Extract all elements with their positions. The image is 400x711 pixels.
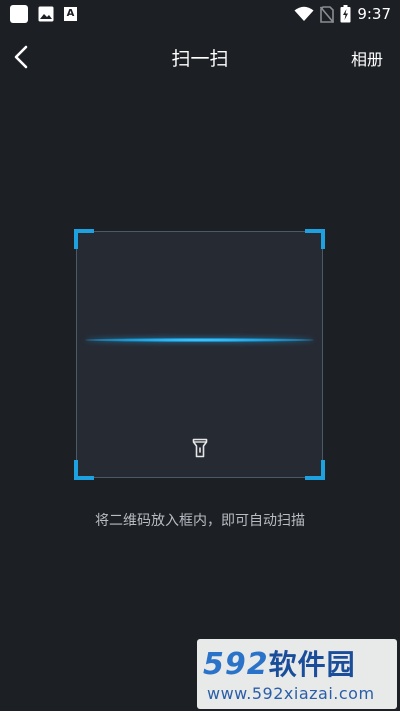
- corner-bottom-left: [74, 460, 94, 480]
- page-title: 扫一扫: [171, 48, 229, 70]
- flashlight-button[interactable]: [190, 437, 210, 459]
- watermark-url: www.592xiazai.com: [207, 684, 375, 703]
- wifi-icon: [294, 6, 314, 21]
- watermark-number: 592: [203, 647, 269, 682]
- scan-frame: [74, 229, 325, 480]
- watermark-brand: 软件园: [268, 648, 356, 681]
- no-sim-icon: [320, 5, 335, 23]
- status-bar: A 9:37: [0, 0, 400, 28]
- corner-bottom-right: [305, 460, 325, 480]
- flashlight-icon: [192, 438, 208, 458]
- gallery-icon: [38, 6, 54, 22]
- corner-top-left: [74, 229, 94, 249]
- status-bar-right: 9:37: [288, 4, 391, 24]
- app-bar: 扫一扫 相册: [0, 28, 400, 86]
- app-icon: [10, 5, 28, 23]
- corner-top-right: [305, 229, 325, 249]
- watermark-logo: 592软件园: [203, 643, 356, 683]
- album-button[interactable]: 相册: [351, 46, 383, 70]
- watermark: 592软件园 www.592xiazai.com: [197, 639, 397, 709]
- scan-hint: 将二维码放入框内，即可自动扫描: [95, 513, 305, 529]
- status-time: 9:37: [357, 5, 391, 23]
- scan-line: [85, 338, 314, 342]
- font-icon: A: [64, 7, 77, 21]
- battery-charging-icon: [340, 5, 351, 23]
- status-bar-left: A: [10, 4, 77, 24]
